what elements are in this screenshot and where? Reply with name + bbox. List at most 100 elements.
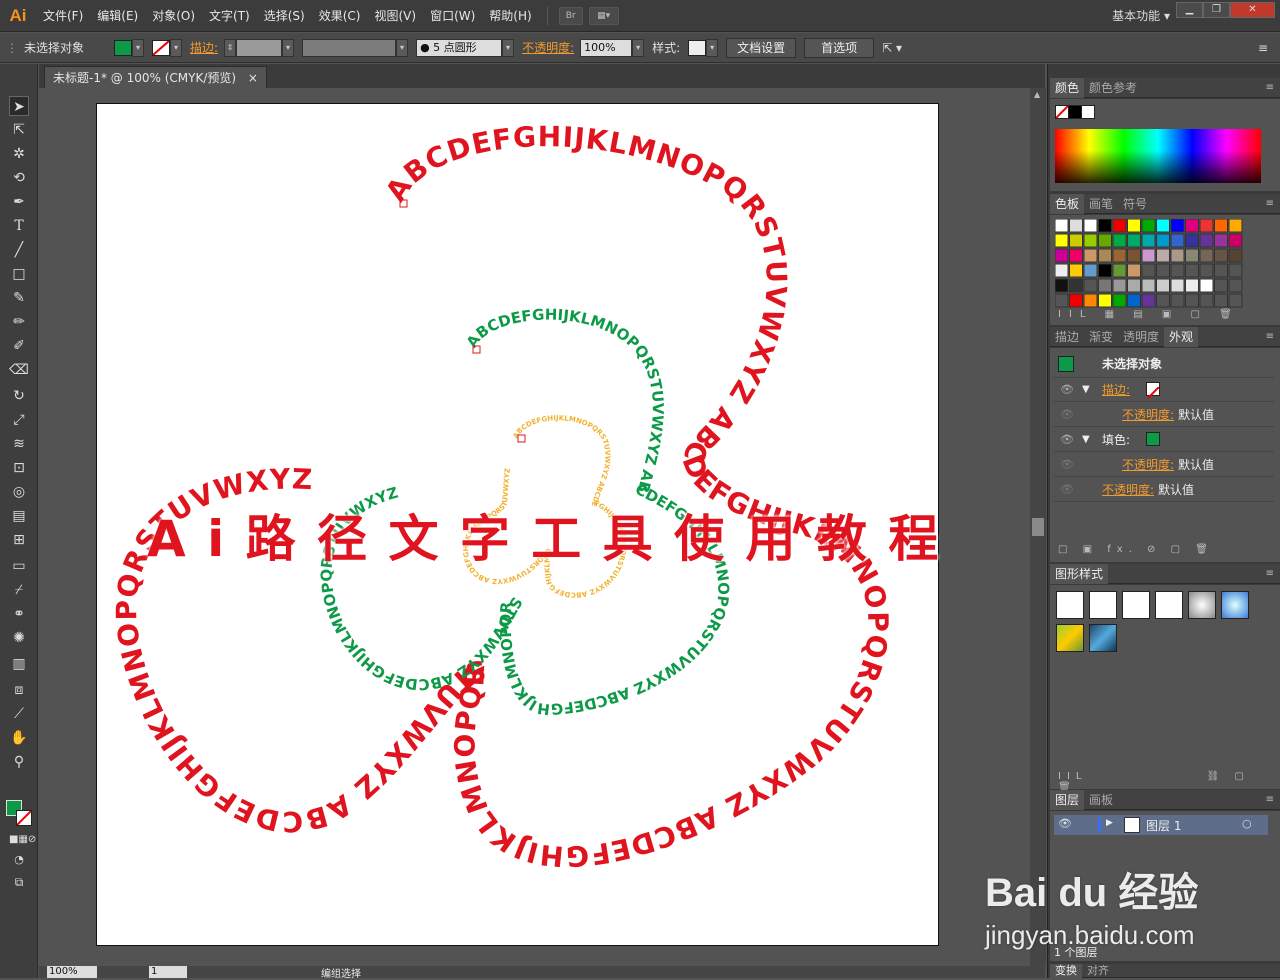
color-swatch[interactable] (1199, 219, 1214, 233)
color-swatch[interactable] (1141, 248, 1156, 263)
color-swatch[interactable] (1170, 293, 1185, 308)
black-swatch[interactable] (1068, 105, 1082, 119)
color-swatch[interactable] (1156, 233, 1170, 248)
style-dropdown-icon[interactable]: ▾ (706, 38, 719, 57)
tab-artboards[interactable]: 画板 (1084, 790, 1118, 810)
stroke-color-swatch[interactable] (16, 810, 32, 826)
color-swatch[interactable] (1127, 248, 1141, 263)
blend-tool-icon[interactable]: ⚭ (9, 604, 29, 624)
color-swatch[interactable] (1112, 263, 1127, 278)
panel-menu-icon[interactable]: ≡ (1266, 82, 1274, 93)
color-swatch[interactable] (1069, 233, 1083, 248)
mesh-tool-icon[interactable]: ⊞ (9, 530, 29, 550)
color-swatch[interactable] (1069, 278, 1083, 293)
swatch-panel-buttons[interactable]: IIL ▦ ▤ ▣ ▢ 🗑 (1058, 309, 1258, 320)
color-swatch[interactable] (1098, 278, 1112, 293)
color-swatch[interactable] (1055, 263, 1069, 278)
minimize-icon[interactable]: ▁ (1176, 2, 1203, 18)
color-swatch[interactable] (1069, 219, 1083, 233)
eraser-tool-icon[interactable]: ⌫ (9, 360, 29, 380)
color-swatch[interactable] (1141, 263, 1156, 278)
color-swatch[interactable] (1098, 248, 1112, 263)
workspace-switcher[interactable]: 基本功能 ▾ (1112, 0, 1170, 32)
color-swatch[interactable] (1156, 278, 1170, 293)
close-window-icon[interactable]: ✕ (1230, 2, 1275, 18)
pen-tool-icon[interactable]: ✒ (9, 192, 29, 212)
perspective-grid-tool-icon[interactable]: ▤ (9, 506, 29, 526)
screen-mode-icon[interactable]: ⧉ (9, 872, 29, 892)
slice-tool-icon[interactable]: ⟋ (9, 704, 29, 724)
graphic-style-blue-pattern[interactable] (1089, 624, 1117, 652)
bridge-button[interactable]: Br (558, 6, 583, 25)
control-panel-menu-icon[interactable]: ≡ (1258, 41, 1268, 55)
type-tool-icon[interactable]: T (9, 216, 29, 236)
color-swatch[interactable] (1112, 219, 1127, 233)
color-swatch[interactable] (1214, 263, 1228, 278)
color-swatch[interactable] (1055, 278, 1069, 293)
free-transform-tool-icon[interactable]: ⊡ (9, 458, 29, 478)
tab-color-guide[interactable]: 颜色参考 (1084, 78, 1142, 98)
tab-layers[interactable]: 图层 (1050, 789, 1085, 810)
layer-name[interactable]: 图层 1 (1146, 817, 1181, 834)
menu-effect[interactable]: 效果(C) (312, 0, 368, 32)
expand-triangle-icon[interactable]: ▼ (1082, 378, 1090, 402)
menu-help[interactable]: 帮助(H) (482, 0, 538, 32)
color-swatch[interactable] (1156, 263, 1170, 278)
color-swatch[interactable] (1141, 219, 1156, 233)
color-swatch[interactable] (1185, 248, 1199, 263)
opacity-label[interactable]: 不透明度: (522, 39, 574, 56)
color-swatch[interactable] (1214, 219, 1228, 233)
tab-transparency[interactable]: 透明度 (1118, 327, 1164, 347)
expand-triangle-icon[interactable]: ▼ (1082, 428, 1090, 452)
color-swatch[interactable] (1083, 219, 1098, 233)
graphic-style-default[interactable] (1056, 591, 1084, 619)
artboard-tool-icon[interactable]: ⧈ (9, 680, 29, 700)
tab-appearance[interactable]: 外观 (1164, 326, 1199, 347)
color-swatch[interactable] (1156, 248, 1170, 263)
menu-view[interactable]: 视图(V) (367, 0, 423, 32)
color-swatch[interactable] (1141, 278, 1156, 293)
tab-align[interactable]: 对齐 (1082, 964, 1114, 978)
draw-mode-icon[interactable]: ◔ (9, 850, 29, 870)
fill-dropdown-icon[interactable]: ▾ (132, 38, 145, 57)
stroke-label[interactable]: 描边: (190, 39, 218, 56)
color-swatch[interactable] (1112, 293, 1127, 308)
menu-select[interactable]: 选择(S) (257, 0, 312, 32)
swatch-grid[interactable] (1055, 219, 1267, 309)
color-swatch[interactable] (1112, 278, 1127, 293)
white-swatch[interactable] (1081, 105, 1095, 119)
stroke-none-swatch[interactable] (1146, 382, 1160, 400)
color-swatch[interactable] (1199, 293, 1214, 308)
none-swatch[interactable] (1055, 105, 1069, 119)
close-tab-icon[interactable]: × (248, 71, 258, 85)
color-swatch[interactable] (1127, 293, 1141, 308)
color-swatch[interactable] (1228, 233, 1243, 248)
panel-menu-icon[interactable]: ≡ (1266, 794, 1274, 805)
color-swatch[interactable] (1185, 278, 1199, 293)
target-circle-icon[interactable]: ○ (1242, 817, 1252, 830)
tab-graphic-styles[interactable]: 图形样式 (1050, 563, 1109, 584)
expand-triangle-icon[interactable]: ▶ (1106, 818, 1113, 828)
menu-object[interactable]: 对象(O) (145, 0, 202, 32)
color-swatch[interactable] (1098, 263, 1112, 278)
color-swatch[interactable] (1069, 293, 1083, 308)
color-swatch[interactable] (1083, 278, 1098, 293)
selection-tool-icon[interactable]: ➤ (9, 96, 29, 116)
color-swatch[interactable] (1098, 293, 1112, 308)
color-swatch[interactable] (1112, 248, 1127, 263)
color-swatch[interactable] (1228, 263, 1243, 278)
menu-edit[interactable]: 编辑(E) (90, 0, 145, 32)
color-swatch[interactable] (1170, 263, 1185, 278)
color-swatch[interactable] (1185, 233, 1199, 248)
opacity-dropdown-icon[interactable]: ▾ (632, 38, 645, 57)
document-setup-button[interactable]: 文档设置 (726, 37, 797, 58)
appearance-opacity-row[interactable]: 👁 不透明度: 默认值 (1054, 478, 1274, 502)
color-swatch[interactable] (1228, 248, 1243, 263)
appearance-fill-opacity-row[interactable]: 👁 不透明度: 默认值 (1054, 453, 1274, 477)
graphic-style-none[interactable] (1089, 591, 1117, 619)
panel-menu-icon[interactable]: ≡ (1266, 198, 1274, 209)
zoom-tool-icon[interactable]: ⚲ (9, 752, 29, 772)
color-swatch[interactable] (1098, 233, 1112, 248)
color-swatch[interactable] (1214, 248, 1228, 263)
color-swatch[interactable] (1170, 278, 1185, 293)
